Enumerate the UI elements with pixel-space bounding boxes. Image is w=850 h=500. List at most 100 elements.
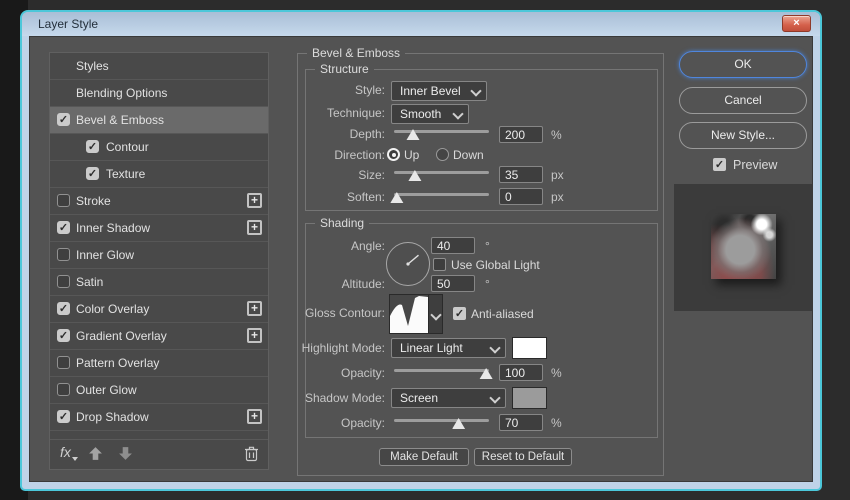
outer-glow-checkbox[interactable] bbox=[57, 383, 70, 396]
highlight-opacity-label: Opacity: bbox=[340, 366, 385, 380]
drop-shadow-checkbox[interactable] bbox=[57, 410, 70, 423]
bevel-emboss-checkbox[interactable] bbox=[57, 113, 70, 126]
altitude-input[interactable] bbox=[431, 275, 475, 292]
contour-checkbox[interactable] bbox=[86, 140, 99, 153]
item-label: Pattern Overlay bbox=[76, 356, 160, 370]
use-global-light-label: Use Global Light bbox=[451, 258, 540, 272]
highlight-opacity-slider[interactable] bbox=[394, 365, 493, 379]
texture-checkbox[interactable] bbox=[86, 167, 99, 180]
shadow-opacity-input[interactable] bbox=[499, 414, 543, 431]
direction-down-radio[interactable] bbox=[436, 148, 449, 161]
angle-input[interactable] bbox=[431, 237, 475, 254]
bevel-emboss-group-title: Bevel & Emboss bbox=[307, 46, 406, 60]
highlight-opacity-input[interactable] bbox=[499, 364, 543, 381]
soften-slider[interactable] bbox=[390, 189, 489, 203]
add-inner-shadow-icon[interactable]: + bbox=[247, 220, 262, 235]
add-stroke-icon[interactable]: + bbox=[247, 193, 262, 208]
satin-checkbox[interactable] bbox=[57, 275, 70, 288]
sidebar-item-stroke[interactable]: Stroke + bbox=[50, 188, 268, 215]
size-slider[interactable] bbox=[394, 167, 489, 181]
styles-list-panel: Styles Blending Options Bevel & Emboss C… bbox=[49, 52, 269, 470]
move-down-icon[interactable] bbox=[118, 446, 134, 462]
close-icon: × bbox=[793, 17, 800, 29]
depth-input[interactable] bbox=[499, 126, 543, 143]
add-gradient-overlay-icon[interactable]: + bbox=[247, 328, 262, 343]
sidebar-item-styles[interactable]: Styles bbox=[50, 53, 268, 80]
sidebar-item-inner-glow[interactable]: Inner Glow bbox=[50, 242, 268, 269]
inner-glow-checkbox[interactable] bbox=[57, 248, 70, 261]
size-input[interactable] bbox=[499, 166, 543, 183]
shadow-color-swatch[interactable] bbox=[512, 387, 547, 409]
angle-dial[interactable] bbox=[385, 241, 431, 287]
style-label: Style: bbox=[354, 83, 385, 97]
depth-slider[interactable] bbox=[394, 126, 489, 140]
sidebar-item-satin[interactable]: Satin bbox=[50, 269, 268, 296]
slider-track bbox=[394, 419, 489, 422]
highlight-color-swatch[interactable] bbox=[512, 337, 547, 359]
add-color-overlay-icon[interactable]: + bbox=[247, 301, 262, 316]
add-drop-shadow-icon[interactable]: + bbox=[247, 409, 262, 424]
dialog-titlebar[interactable]: Layer Style × bbox=[22, 12, 820, 36]
slider-track bbox=[394, 369, 489, 372]
chevron-down-icon bbox=[470, 85, 482, 97]
direction-down-label: Down bbox=[453, 148, 484, 162]
sidebar-item-blending-options[interactable]: Blending Options bbox=[50, 80, 268, 107]
chevron-down-icon bbox=[489, 392, 501, 404]
technique-dropdown[interactable]: Smooth bbox=[391, 104, 469, 124]
layer-style-dialog: Layer Style × Styles Blending Options Be… bbox=[22, 12, 820, 489]
direction-up-label: Up bbox=[404, 148, 420, 162]
dialog-body: Styles Blending Options Bevel & Emboss C… bbox=[29, 36, 813, 482]
soften-input[interactable] bbox=[499, 188, 543, 205]
slider-track bbox=[394, 193, 489, 196]
reset-to-default-button[interactable]: Reset to Default bbox=[474, 448, 572, 466]
sidebar-item-bevel-emboss[interactable]: Bevel & Emboss bbox=[50, 107, 268, 134]
cancel-button[interactable]: Cancel bbox=[679, 87, 807, 114]
item-label: Inner Glow bbox=[76, 248, 135, 262]
sidebar-item-inner-shadow[interactable]: Inner Shadow + bbox=[50, 215, 268, 242]
stroke-checkbox[interactable] bbox=[57, 194, 70, 207]
item-label: Texture bbox=[106, 167, 146, 181]
gloss-contour-picker[interactable] bbox=[389, 294, 443, 334]
sidebar-item-contour[interactable]: Contour bbox=[50, 134, 268, 161]
gloss-contour-dropdown[interactable] bbox=[428, 295, 442, 333]
technique-value: Smooth bbox=[400, 107, 442, 121]
item-label: Drop Shadow bbox=[76, 410, 149, 424]
move-up-icon[interactable] bbox=[88, 446, 104, 462]
make-default-button[interactable]: Make Default bbox=[379, 448, 469, 466]
gradient-overlay-checkbox[interactable] bbox=[57, 329, 70, 342]
sidebar-item-outer-glow[interactable]: Outer Glow bbox=[50, 377, 268, 404]
sidebar-item-drop-shadow[interactable]: Drop Shadow + bbox=[50, 404, 268, 431]
inner-shadow-checkbox[interactable] bbox=[57, 221, 70, 234]
sidebar-item-texture[interactable]: Texture bbox=[50, 161, 268, 188]
highlight-mode-value: Linear Light bbox=[400, 341, 463, 355]
item-label: Outer Glow bbox=[76, 383, 137, 397]
size-unit: px bbox=[551, 168, 564, 182]
structure-group-title: Structure bbox=[315, 62, 374, 76]
item-label: Inner Shadow bbox=[76, 221, 151, 235]
gloss-contour-label: Gloss Contour: bbox=[304, 306, 385, 320]
chevron-down-icon bbox=[430, 309, 442, 321]
anti-aliased-checkbox[interactable] bbox=[453, 307, 466, 320]
style-dropdown[interactable]: Inner Bevel bbox=[391, 81, 487, 101]
shadow-mode-value: Screen bbox=[400, 391, 439, 405]
shadow-opacity-slider[interactable] bbox=[394, 415, 489, 429]
item-label: Contour bbox=[106, 140, 149, 154]
color-overlay-checkbox[interactable] bbox=[57, 302, 70, 315]
fx-menu-button[interactable]: fx bbox=[60, 444, 78, 461]
preview-checkbox[interactable] bbox=[713, 158, 726, 171]
direction-up-radio[interactable] bbox=[387, 148, 400, 161]
use-global-light-checkbox[interactable] bbox=[433, 258, 446, 271]
shadow-mode-dropdown[interactable]: Screen bbox=[391, 388, 506, 408]
new-style-button[interactable]: New Style... bbox=[679, 122, 807, 149]
chevron-down-icon bbox=[452, 108, 464, 120]
styles-list-footer: fx bbox=[50, 439, 268, 469]
sidebar-item-color-overlay[interactable]: Color Overlay + bbox=[50, 296, 268, 323]
sidebar-item-pattern-overlay[interactable]: Pattern Overlay bbox=[50, 350, 268, 377]
sidebar-item-gradient-overlay[interactable]: Gradient Overlay + bbox=[50, 323, 268, 350]
delete-effect-icon[interactable] bbox=[244, 445, 260, 462]
pattern-overlay-checkbox[interactable] bbox=[57, 356, 70, 369]
ok-button[interactable]: OK bbox=[679, 51, 807, 78]
soften-unit: px bbox=[551, 190, 564, 204]
highlight-mode-dropdown[interactable]: Linear Light bbox=[391, 338, 506, 358]
close-button[interactable]: × bbox=[782, 15, 811, 32]
